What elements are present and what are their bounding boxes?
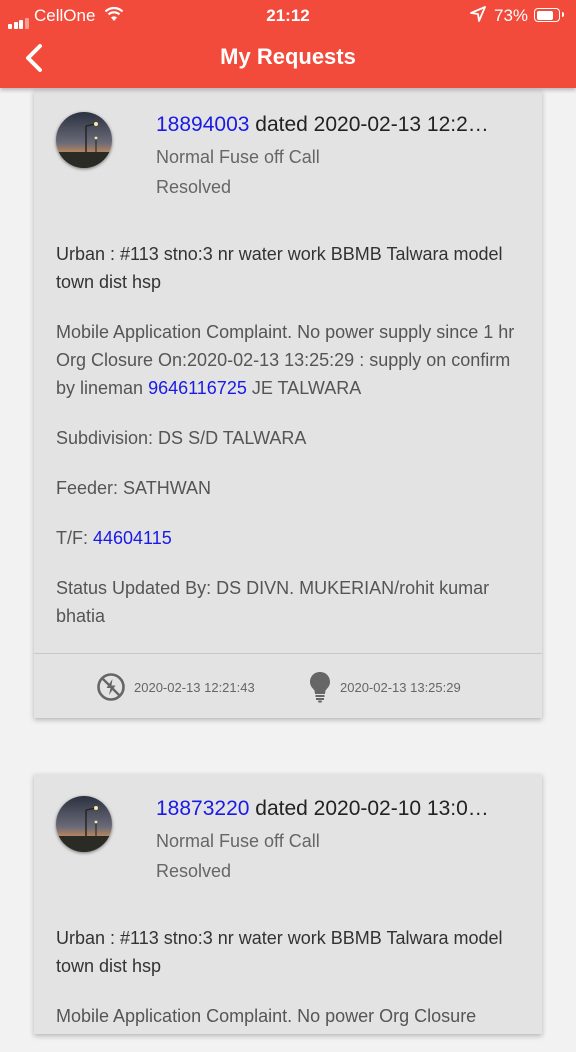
complaint-text: Mobile Application Complaint. No power O…	[56, 1006, 477, 1026]
battery-icon	[534, 8, 564, 22]
resolved-time: 2020-02-13 13:25:29	[308, 672, 461, 703]
request-address: Urban : #113 stno:3 nr water work BBMB T…	[56, 244, 503, 292]
request-card[interactable]: 18894003 dated 2020-02-13 12:2… Normal F…	[34, 90, 542, 718]
request-header: 18873220 dated 2020-02-10 13:0… Normal F…	[156, 796, 522, 883]
transformer: T/F: 44604115	[56, 524, 520, 552]
status-bar: CellOne 21:12 73%	[0, 0, 576, 30]
avatar	[56, 112, 112, 168]
request-address: Urban : #113 stno:3 nr water work BBMB T…	[56, 928, 503, 976]
request-status: Resolved	[156, 177, 232, 197]
phone-link[interactable]: 9646116725	[148, 378, 247, 398]
request-id-link[interactable]: 18873220	[156, 797, 249, 820]
light-bulb-icon	[310, 672, 330, 703]
page-title: My Requests	[220, 44, 356, 69]
tf-label: T/F:	[56, 528, 93, 548]
request-title: 18894003 dated 2020-02-13 12:2…	[156, 112, 522, 138]
status-updated-by: Status Updated By: DS DIVN. MUKERIAN/roh…	[56, 578, 490, 626]
battery-percentage: 73%	[494, 6, 529, 25]
reported-time: 2020-02-13 12:21:43	[96, 672, 255, 702]
clock: 21:12	[266, 6, 310, 25]
request-footer: 2020-02-13 12:21:43 2020-02-13 13:25:29	[34, 653, 542, 718]
dated-label: dated	[249, 797, 314, 820]
request-type: Normal Fuse off Call	[156, 831, 320, 851]
location-arrow-icon	[470, 6, 486, 27]
request-details: Urban : #113 stno:3 nr water work BBMB T…	[56, 924, 520, 1052]
request-card[interactable]: 18873220 dated 2020-02-10 13:0… Normal F…	[34, 774, 542, 1034]
request-details: Urban : #113 stno:3 nr water work BBMB T…	[56, 240, 520, 652]
reported-timestamp: 2020-02-13 12:21:43	[134, 679, 255, 695]
request-type: Normal Fuse off Call	[156, 147, 320, 167]
request-date: 2020-02-13 12:2…	[313, 113, 489, 136]
request-id-link[interactable]: 18894003	[156, 113, 249, 136]
tf-link[interactable]: 44604115	[93, 528, 172, 548]
app-header: CellOne 21:12 73% My Requests	[0, 0, 576, 88]
power-off-icon	[97, 673, 125, 701]
request-date: 2020-02-10 13:0…	[313, 797, 489, 820]
subdivision: Subdivision: DS S/D TALWARA	[56, 428, 307, 448]
complaint-text-part: JE TALWARA	[246, 378, 362, 398]
avatar	[56, 796, 112, 852]
dated-label: dated	[249, 113, 314, 136]
feeder: Feeder: SATHWAN	[56, 478, 212, 498]
request-status: Resolved	[156, 861, 232, 881]
request-header: 18894003 dated 2020-02-13 12:2… Normal F…	[156, 112, 522, 199]
complaint-text: Mobile Application Complaint. No power s…	[56, 318, 520, 402]
resolved-timestamp: 2020-02-13 13:25:29	[340, 679, 461, 695]
request-title: 18873220 dated 2020-02-10 13:0…	[156, 796, 522, 822]
